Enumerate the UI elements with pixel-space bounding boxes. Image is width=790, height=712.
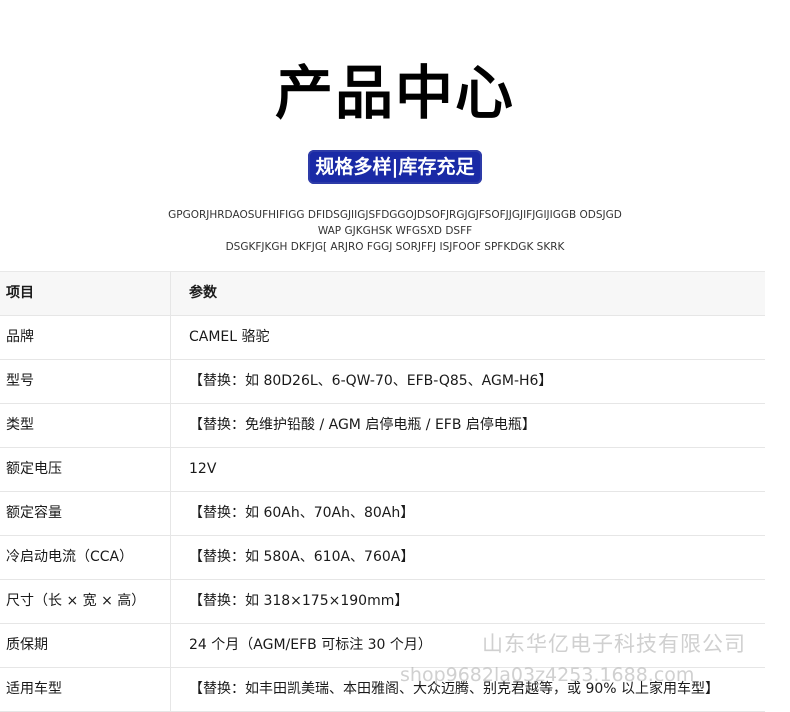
table-row: 额定容量 【替换：如 60Ah、70Ah、80Ah】	[0, 492, 765, 536]
row-value: 【替换：免维护铅酸 / AGM 启停电瓶 / EFB 启停电瓶】	[189, 417, 536, 433]
row-key: 额定电压	[0, 448, 171, 491]
row-key: 额定容量	[0, 492, 171, 535]
page-title: 产品中心	[274, 59, 515, 127]
table-row: 冷启动电流（CCA） 【替换：如 580A、610A、760A】	[0, 536, 765, 580]
header-key: 项目	[0, 272, 171, 315]
row-key: 冷启动电流（CCA）	[0, 536, 171, 579]
description-line: WAP GJKGHSK WFGSXD DSFF	[317, 225, 473, 237]
table-row: 额定电压 12V	[0, 448, 765, 492]
table-row: 类型 【替换：免维护铅酸 / AGM 启停电瓶 / EFB 启停电瓶】	[0, 404, 765, 448]
row-value: 【替换：如 580A、610A、760A】	[189, 549, 415, 565]
description-line: DSGKFJKGH DKFJG[ ARJRO FGGJ SORJFFJ ISJF…	[225, 241, 565, 253]
row-value: 12V	[189, 461, 217, 477]
row-value: 【替换：如 318×175×190mm】	[189, 593, 409, 609]
row-key: 型号	[0, 360, 171, 403]
company-watermark: 山东华亿电子科技有限公司	[482, 632, 746, 656]
header-value: 参数	[189, 285, 217, 301]
row-value: CAMEL 骆驼	[189, 329, 270, 345]
row-key: 质保期	[0, 624, 171, 667]
row-key: 尺寸（长 × 宽 × 高）	[0, 580, 171, 623]
feature-badge: 规格多样|库存充足	[307, 150, 483, 184]
row-key: 品牌	[0, 316, 171, 359]
row-value: 【替换：如 80D26L、6-QW-70、EFB-Q85、AGM-H6】	[189, 373, 553, 389]
badge-container: 规格多样|库存充足	[0, 150, 790, 184]
table-row: 型号 【替换：如 80D26L、6-QW-70、EFB-Q85、AGM-H6】	[0, 360, 765, 404]
row-key: 类型	[0, 404, 171, 447]
description-line: GPGORJHRDAOSUFHIFIGG DFIDSGJIIGJSFDGGOJD…	[168, 209, 622, 221]
shop-url-watermark: shop9682la03z4253.1688.com	[400, 664, 695, 686]
table-header-row: 项目 参数	[0, 272, 765, 316]
table-row: 尺寸（长 × 宽 × 高） 【替换：如 318×175×190mm】	[0, 580, 765, 624]
row-value: 【替换：如 60Ah、70Ah、80Ah】	[189, 505, 415, 521]
table-row: 品牌 CAMEL 骆驼	[0, 316, 765, 360]
description-block: GPGORJHRDAOSUFHIFIGG DFIDSGJIIGJSFDGGOJD…	[0, 207, 790, 255]
row-key: 适用车型	[0, 668, 171, 711]
